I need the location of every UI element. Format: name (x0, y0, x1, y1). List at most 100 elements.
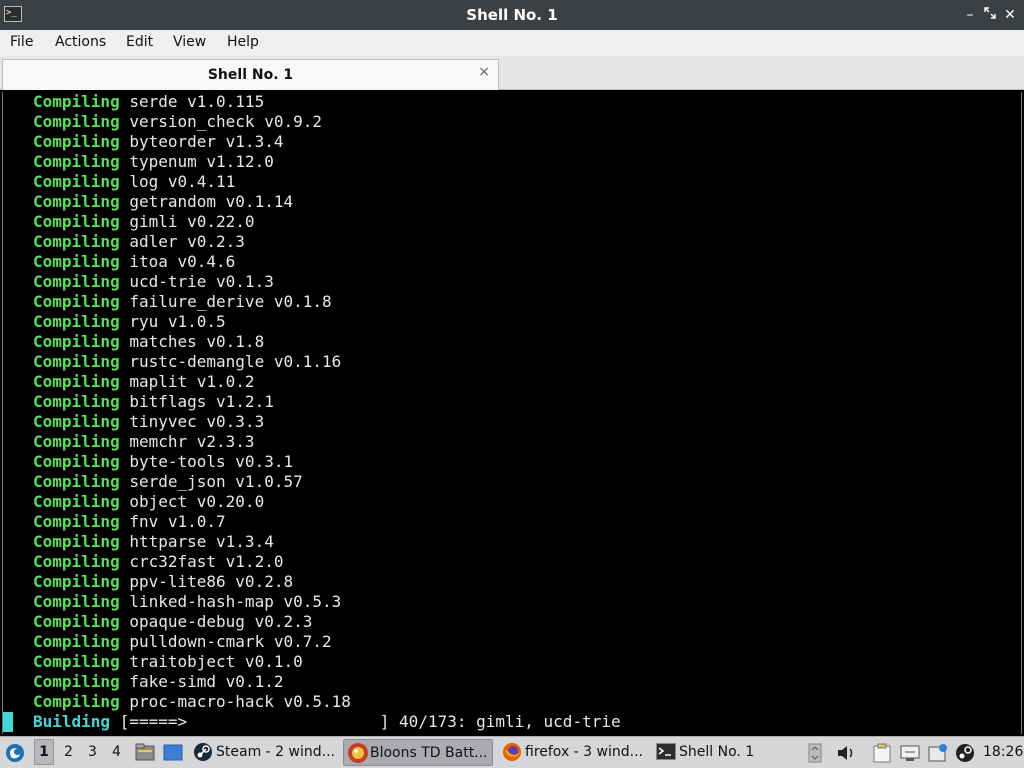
close-window-button[interactable]: ✕ (1000, 5, 1020, 25)
terminal-line: Compiling itoa v0.4.6 (33, 252, 235, 272)
clock[interactable]: 18:26 (983, 744, 1023, 760)
workspace-4[interactable]: 4 (112, 744, 121, 760)
terminal-line: Compiling traitobject v0.1.0 (33, 652, 303, 672)
workspace-3[interactable]: 3 (88, 744, 97, 760)
compiling-keyword: Compiling (33, 172, 120, 191)
crate-text: itoa v0.4.6 (119, 252, 236, 271)
menu-actions[interactable]: Actions (55, 34, 106, 50)
tab-shell-1[interactable]: Shell No. 1 × (2, 59, 499, 90)
terminal-line: Compiling tinyvec v0.3.3 (33, 412, 264, 432)
terminal-line: Compiling byteorder v1.3.4 (33, 132, 283, 152)
start-menu-icon[interactable] (5, 743, 25, 767)
compiling-keyword: Compiling (33, 492, 120, 511)
network-icon[interactable] (900, 744, 920, 766)
menu-help[interactable]: Help (227, 34, 259, 50)
terminal-line: Compiling opaque-debug v0.2.3 (33, 612, 312, 632)
crate-text: rustc-demangle v0.1.16 (119, 352, 342, 371)
task-bloons[interactable]: Bloons TD Batt... (343, 739, 493, 766)
taskbar: 1 2 3 4 Steam - 2 wind... Bloons TD Batt… (0, 736, 1024, 768)
window-titlebar[interactable]: >_ Shell No. 1 – ✕ (0, 0, 1024, 30)
restore-button[interactable] (980, 5, 1000, 25)
compiling-keyword: Compiling (33, 352, 120, 371)
task-shell[interactable]: Shell No. 1 (653, 739, 803, 766)
compiling-keyword: Compiling (33, 272, 120, 291)
terminal-line: Compiling failure_derive v0.1.8 (33, 292, 332, 312)
tab-label: Shell No. 1 (207, 67, 294, 83)
crate-text: pulldown-cmark v0.7.2 (119, 632, 332, 651)
scroll-indicator-icon[interactable] (808, 743, 822, 767)
menu-view[interactable]: View (173, 34, 206, 50)
restore-icon (984, 7, 996, 19)
terminal-line: Compiling getrandom v0.1.14 (33, 192, 293, 212)
terminal-line: Compiling crc32fast v1.2.0 (33, 552, 283, 572)
terminal-line: Compiling proc-macro-hack v0.5.18 (33, 692, 351, 712)
crate-text: ppv-lite86 v0.2.8 (119, 572, 294, 591)
workspace-1[interactable]: 1 (34, 739, 54, 765)
crate-text: matches v0.1.8 (119, 332, 265, 351)
minimize-button[interactable]: – (960, 5, 980, 25)
compiling-keyword: Compiling (33, 92, 120, 111)
compiling-keyword: Compiling (33, 252, 120, 271)
menu-edit[interactable]: Edit (126, 34, 153, 50)
workspace-2[interactable]: 2 (64, 744, 73, 760)
terminal-line: Compiling pulldown-cmark v0.7.2 (33, 632, 332, 652)
tab-strip: Shell No. 1 × (0, 56, 1024, 90)
compiling-keyword: Compiling (33, 152, 120, 171)
task-steam[interactable]: Steam - 2 wind... (190, 739, 340, 766)
compiling-keyword: Compiling (33, 532, 120, 551)
terminal-line: Compiling version_check v0.9.2 (33, 112, 322, 132)
compiling-keyword: Compiling (33, 672, 120, 691)
compiling-keyword: Compiling (33, 592, 120, 611)
compiling-keyword: Compiling (33, 132, 120, 151)
crate-text: ucd-trie v0.1.3 (119, 272, 274, 291)
compiling-keyword: Compiling (33, 552, 120, 571)
terminal-line: Compiling byte-tools v0.3.1 (33, 452, 293, 472)
crate-text: linked-hash-map v0.5.3 (119, 592, 342, 611)
compiling-keyword: Compiling (33, 692, 120, 711)
crate-text: serde v1.0.115 (119, 92, 265, 111)
window-title: Shell No. 1 (466, 6, 558, 24)
file-manager-icon[interactable] (135, 743, 155, 765)
task-label: Bloons TD Batt... (370, 745, 488, 761)
menu-bar: File Actions Edit View Help (0, 30, 1024, 56)
compiling-keyword: Compiling (33, 332, 120, 351)
crate-text: memchr v2.3.3 (119, 432, 255, 451)
terminal-output[interactable]: Compiling serde v1.0.115 Compiling versio… (2, 92, 1022, 734)
building-keyword: Building (33, 712, 111, 731)
menu-file[interactable]: File (10, 34, 33, 50)
compiling-keyword: Compiling (33, 112, 120, 131)
compiling-keyword: Compiling (33, 512, 120, 531)
terminal-line: Compiling rustc-demangle v0.1.16 (33, 352, 341, 372)
terminal-cursor (3, 712, 13, 732)
crate-text: fake-simd v0.1.2 (119, 672, 284, 691)
task-label: firefox - 3 wind... (525, 744, 643, 760)
crate-text: httparse v1.3.4 (119, 532, 274, 551)
terminal-line: Compiling fnv v1.0.7 (33, 512, 226, 532)
task-firefox[interactable]: firefox - 3 wind... (499, 739, 649, 766)
show-desktop-icon[interactable] (163, 744, 183, 765)
clipboard-icon[interactable] (873, 743, 891, 767)
compiling-keyword: Compiling (33, 612, 120, 631)
terminal-line: Compiling ppv-lite86 v0.2.8 (33, 572, 293, 592)
firefox-icon (503, 743, 521, 761)
terminal-line: Compiling serde v1.0.115 (33, 92, 264, 112)
volume-icon[interactable] (836, 744, 856, 766)
crate-text: typenum v1.12.0 (119, 152, 274, 171)
terminal-line: Compiling object v0.20.0 (33, 492, 264, 512)
task-label: Steam - 2 wind... (216, 744, 335, 760)
compiling-keyword: Compiling (33, 232, 120, 251)
steam-tray-icon[interactable] (955, 743, 975, 767)
notification-icon[interactable] (928, 743, 948, 767)
bloons-icon (348, 743, 368, 763)
compiling-keyword: Compiling (33, 652, 120, 671)
terminal-line: Compiling matches v0.1.8 (33, 332, 264, 352)
terminal-line: Compiling typenum v1.12.0 (33, 152, 274, 172)
tab-close-icon[interactable]: × (478, 64, 490, 80)
task-label: Shell No. 1 (679, 744, 755, 760)
compiling-keyword: Compiling (33, 372, 120, 391)
compiling-keyword: Compiling (33, 392, 120, 411)
progress-text: [=====> ] 40/173: gimli, ucd-trie (110, 712, 621, 731)
crate-text: adler v0.2.3 (119, 232, 245, 251)
crate-text: object v0.20.0 (119, 492, 265, 511)
terminal-line: Compiling gimli v0.22.0 (33, 212, 255, 232)
